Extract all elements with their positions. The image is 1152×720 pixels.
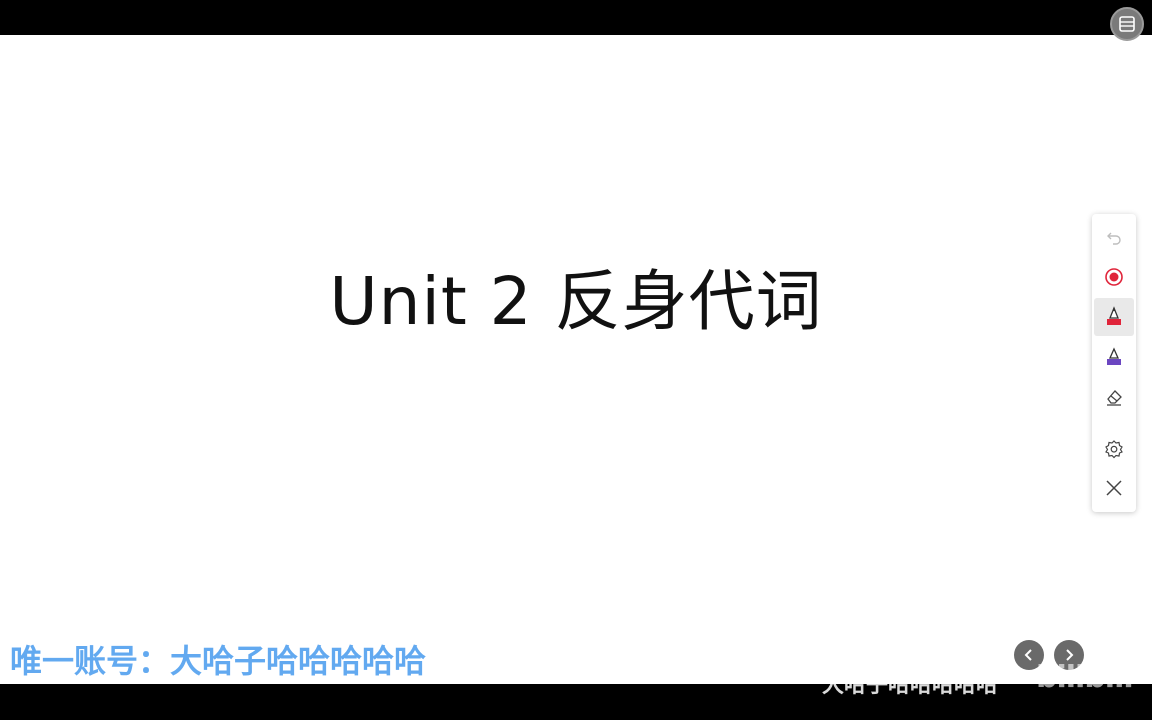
purple-pen-button[interactable] <box>1094 338 1134 376</box>
faded-watermark: 大哈子哈哈哈哈哈 <box>822 673 999 698</box>
eraser-button[interactable] <box>1094 378 1134 416</box>
red-pen-button[interactable] <box>1094 298 1134 336</box>
account-watermark: 唯一账号：大哈子哈哈哈哈哈 <box>10 642 427 680</box>
settings-button[interactable] <box>1094 430 1134 468</box>
undo-icon <box>1107 232 1121 245</box>
record-icon <box>1105 268 1123 286</box>
menu-button[interactable] <box>1110 7 1144 41</box>
annotation-toolbar <box>1092 214 1136 512</box>
close-button[interactable] <box>1094 469 1134 507</box>
purple-pen-icon <box>1107 347 1121 365</box>
settings-icon <box>1105 440 1123 459</box>
red-pen-icon <box>1107 306 1121 325</box>
close-icon <box>1106 480 1122 496</box>
menu-panel-icon <box>1119 16 1135 32</box>
slide-title: Unit 2 反身代词 <box>329 263 823 340</box>
record-button[interactable] <box>1094 258 1134 296</box>
undo-button[interactable] <box>1094 218 1134 256</box>
site-logo: bilibili <box>1036 660 1134 695</box>
slide-canvas[interactable] <box>0 35 1152 684</box>
top-letterbox <box>0 0 1152 35</box>
chevron-left-icon <box>1024 649 1032 661</box>
eraser-icon <box>1107 390 1122 406</box>
